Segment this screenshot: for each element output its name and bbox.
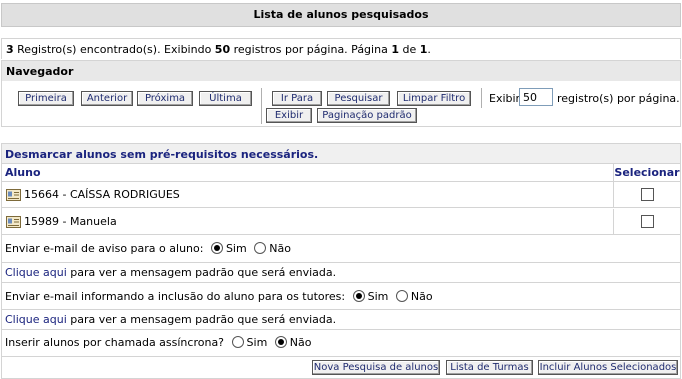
- default-paging-button[interactable]: Paginação padrão: [317, 108, 417, 123]
- email-student-no-label: Não: [269, 242, 291, 255]
- default-message-text: para ver a mensagem padrão que será envi…: [66, 313, 337, 326]
- select-cell: [613, 209, 680, 235]
- table-header: Aluno Selecionar: [2, 164, 680, 182]
- default-message-row: Clique aqui para ver a mensagem padrão q…: [2, 310, 680, 330]
- select-checkbox[interactable]: [641, 188, 654, 201]
- table-row: 15989 - Manuela: [2, 209, 680, 235]
- id-card-icon: [6, 189, 21, 201]
- click-here-link[interactable]: Clique aqui: [5, 266, 67, 279]
- summary-text-3: de: [398, 43, 420, 56]
- per-page-count: 50: [214, 43, 231, 56]
- new-search-button[interactable]: Nova Pesquisa de alunos: [312, 360, 440, 375]
- next-page-button[interactable]: Próxima: [137, 91, 193, 106]
- page-title-text: Lista de alunos pesquisados: [253, 8, 429, 21]
- select-cell: [613, 182, 680, 208]
- button-divider: [481, 88, 482, 108]
- default-message-text: para ver a mensagem padrão que será envi…: [66, 266, 337, 279]
- current-page: 1: [391, 43, 399, 56]
- students-panel: Desmarcar alunos sem pré-requisitos nece…: [1, 143, 681, 379]
- class-list-button[interactable]: Lista de Turmas: [446, 360, 533, 375]
- student-name: 15664 - CAÍSSA RODRIGUES: [24, 188, 180, 201]
- id-card-icon: [6, 216, 21, 228]
- summary-text-1: Registro(s) encontrado(s). Exibindo: [13, 43, 215, 56]
- navigator-panel: Primeira Anterior Próxima Última Ir Para…: [1, 81, 681, 127]
- email-student-option: Enviar e-mail de aviso para o aluno: Sim…: [2, 236, 680, 263]
- records-per-page-suffix: registro(s) por página.: [557, 92, 680, 105]
- search-button[interactable]: Pesquisar: [327, 91, 390, 106]
- async-call-yes-radio[interactable]: [231, 336, 244, 348]
- click-here-link[interactable]: Clique aqui: [5, 313, 67, 326]
- column-header-select: Selecionar: [613, 164, 680, 182]
- email-tutors-option: Enviar e-mail informando a inclusão do a…: [2, 283, 680, 310]
- async-call-no-radio[interactable]: [274, 336, 287, 348]
- email-student-no-radio[interactable]: [254, 242, 267, 254]
- table-row: 15664 - CAÍSSA RODRIGUES: [2, 182, 680, 208]
- first-page-button[interactable]: Primeira: [18, 91, 74, 106]
- email-tutors-yes-radio[interactable]: [352, 290, 365, 302]
- show-label: Exibir: [489, 92, 521, 105]
- previous-page-button[interactable]: Anterior: [81, 91, 133, 106]
- default-message-row: Clique aqui para ver a mensagem padrão q…: [2, 263, 680, 283]
- summary-text-4: .: [427, 43, 431, 56]
- async-call-option: Inserir alunos por chamada assíncrona? S…: [2, 330, 680, 357]
- select-checkbox[interactable]: [641, 215, 654, 228]
- button-divider: [261, 88, 262, 124]
- summary-text-2: registros por página. Página: [230, 43, 392, 56]
- student-name: 15989 - Manuela: [24, 215, 117, 228]
- section-title-text: Desmarcar alunos sem pré-requisitos nece…: [5, 148, 319, 161]
- email-tutors-no-label: Não: [410, 290, 433, 303]
- email-student-yes-label: Sim: [225, 242, 247, 255]
- navigator-title: Navegador: [1, 60, 681, 81]
- clear-filter-button[interactable]: Limpar Filtro: [397, 91, 471, 106]
- page-title: Lista de alunos pesquisados: [1, 3, 681, 27]
- email-student-label: Enviar e-mail de aviso para o aluno:: [5, 242, 204, 255]
- section-title: Desmarcar alunos sem pré-requisitos nece…: [2, 144, 680, 164]
- show-button[interactable]: Exibir: [266, 108, 312, 123]
- record-count: 3: [6, 43, 14, 56]
- email-tutors-yes-label: Sim: [367, 290, 389, 303]
- email-tutors-label: Enviar e-mail informando a inclusão do a…: [5, 290, 346, 303]
- navigator-title-text: Navegador: [6, 65, 74, 78]
- email-student-yes-radio[interactable]: [210, 242, 223, 254]
- records-per-page-input[interactable]: [519, 88, 553, 106]
- result-summary: 3 Registro(s) encontrado(s). Exibindo 50…: [1, 38, 681, 59]
- column-header-student: Aluno: [5, 166, 41, 179]
- goto-button[interactable]: Ir Para: [272, 91, 322, 106]
- async-call-yes-label: Sim: [246, 336, 268, 349]
- async-call-label: Inserir alunos por chamada assíncrona?: [5, 336, 225, 349]
- async-call-no-label: Não: [289, 336, 312, 349]
- email-tutors-no-radio[interactable]: [395, 290, 408, 302]
- last-page-button[interactable]: Última: [199, 91, 252, 106]
- include-selected-button[interactable]: Incluir Alunos Selecionados: [538, 360, 678, 375]
